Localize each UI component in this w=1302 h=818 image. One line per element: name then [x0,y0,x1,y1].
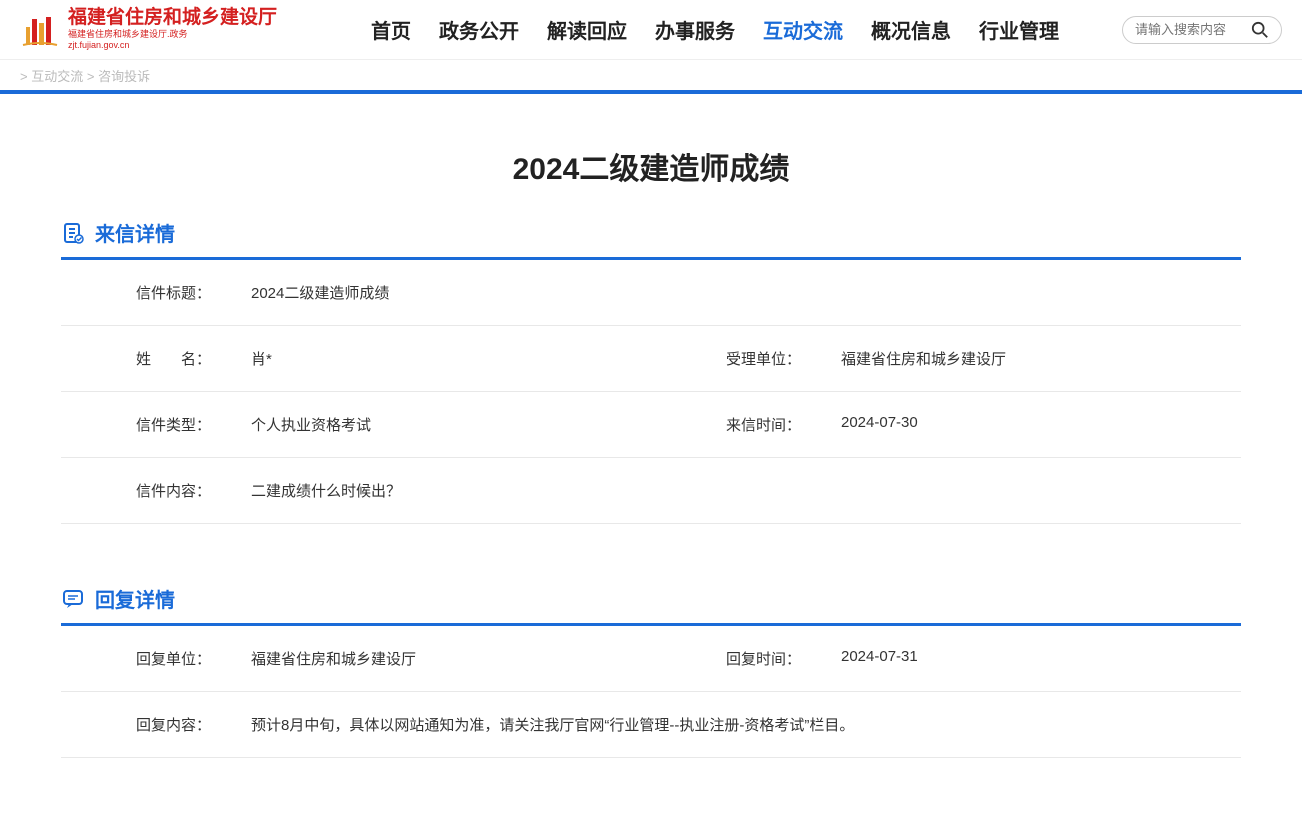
breadcrumb-item1[interactable]: 互动交流 [31,69,83,84]
breadcrumb-item2[interactable]: 咨询投诉 [98,69,150,84]
table-row: 信件类型： 个人执业资格考试 来信时间： 2024-07-30 [61,392,1241,458]
letter-section-header: 来信详情 [61,218,1241,247]
nav-government[interactable]: 政务公开 [425,15,533,44]
logo-sub-line1: 福建省住房和城乡建设厅.政务 [68,29,277,40]
search-icon[interactable] [1251,21,1269,39]
letter-content-label: 信件内容： [61,458,231,523]
table-row: 姓 名： 肖* 受理单位： 福建省住房和城乡建设厅 [61,326,1241,392]
letter-time-label: 来信时间： [651,392,821,457]
letter-dept-label: 受理单位： [651,326,821,391]
reply-dept-value: 福建省住房和城乡建设厅 [231,626,651,691]
table-row: 信件内容： 二建成绩什么时候出？ [61,458,1241,524]
letter-content-value: 二建成绩什么时候出？ [231,458,1241,523]
logo-sub-url: zjt.fujian.gov.cn [68,40,277,51]
letter-dept-value: 福建省住房和城乡建设厅 [821,326,1241,391]
logo-text: 福建省住房和城乡建设厅 福建省住房和城乡建设厅.政务 zjt.fujian.go… [68,8,277,50]
reply-content-label: 回复内容： [61,692,231,757]
reply-section-header: 回复详情 [61,584,1241,613]
logo-title: 福建省住房和城乡建设厅 [68,8,277,29]
breadcrumb: > 互动交流 > 咨询投诉 [0,60,1302,90]
nav-services[interactable]: 办事服务 [641,15,749,44]
main-nav: 首页 政务公开 解读回应 办事服务 互动交流 概况信息 行业管理 [357,15,1102,44]
reply-time-value: 2024-07-31 [821,626,1241,691]
table-row: 回复内容： 预计8月中旬，具体以网站通知为准，请关注我厅官网“行业管理--执业注… [61,692,1241,758]
letter-name-label: 姓 名： [61,326,231,391]
letter-title-label: 信件标题： [61,260,231,325]
reply-time-label: 回复时间： [651,626,821,691]
letter-name-value: 肖* [231,326,651,391]
nav-interpretation[interactable]: 解读回应 [533,15,641,44]
search-box [1122,16,1282,44]
breadcrumb-sep: > [87,69,95,84]
document-icon [61,221,85,245]
breadcrumb-sep: > [20,69,28,84]
reply-section-title: 回复详情 [95,584,175,613]
main-container: 2024二级建造师成绩 来信详情 信件标题： 2024二级建造师成绩 姓 名： … [41,144,1261,758]
reply-icon [61,587,85,611]
nav-interaction[interactable]: 互动交流 [749,15,857,44]
nav-home[interactable]: 首页 [357,15,425,44]
reply-content-value: 预计8月中旬，具体以网站通知为准，请关注我厅官网“行业管理--执业注册-资格考试… [231,692,1241,757]
letter-type-label: 信件类型： [61,392,231,457]
letter-section-title: 来信详情 [95,218,175,247]
reply-dept-label: 回复单位： [61,626,231,691]
reply-detail-table: 回复单位： 福建省住房和城乡建设厅 回复时间： 2024-07-31 回复内容：… [61,623,1241,758]
blue-bar [0,90,1302,94]
logo-sub: 福建省住房和城乡建设厅.政务 zjt.fujian.gov.cn [68,29,277,51]
nav-overview[interactable]: 概况信息 [857,15,965,44]
table-row: 回复单位： 福建省住房和城乡建设厅 回复时间： 2024-07-31 [61,626,1241,692]
header: 福建省住房和城乡建设厅 福建省住房和城乡建设厅.政务 zjt.fujian.go… [0,0,1302,60]
page-title: 2024二级建造师成绩 [61,144,1241,188]
table-row: 信件标题： 2024二级建造师成绩 [61,260,1241,326]
letter-time-value: 2024-07-30 [821,392,1241,457]
search-input[interactable] [1135,22,1251,37]
logo-icon [20,9,60,49]
nav-industry[interactable]: 行业管理 [965,15,1073,44]
letter-title-value: 2024二级建造师成绩 [231,260,1241,325]
letter-type-value: 个人执业资格考试 [231,392,651,457]
logo-area[interactable]: 福建省住房和城乡建设厅 福建省住房和城乡建设厅.政务 zjt.fujian.go… [20,8,277,50]
letter-detail-table: 信件标题： 2024二级建造师成绩 姓 名： 肖* 受理单位： 福建省住房和城乡… [61,257,1241,524]
